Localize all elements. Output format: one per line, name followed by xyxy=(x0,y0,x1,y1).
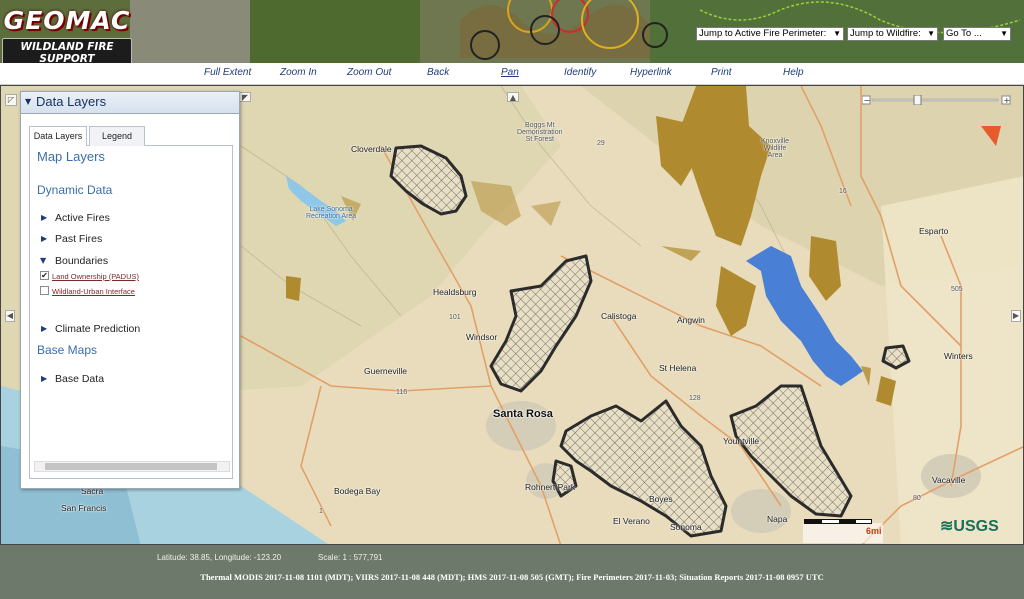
label-sonoma: Sonoma xyxy=(670,522,702,532)
dropdown-arrow-icon: ▼ xyxy=(833,29,841,38)
select-label: Jump to Active Fire Perimeter: xyxy=(699,28,827,39)
label-bodega-bay: Bodega Bay xyxy=(334,486,381,496)
scale-readout: Scale: 1 : 577,791 xyxy=(318,553,383,562)
label-lake-sonoma: Lake Sonoma Recreation Area xyxy=(306,206,357,220)
horizontal-scrollbar[interactable] xyxy=(34,461,230,472)
label-winters: Winters xyxy=(944,351,973,361)
status-footer: Latitude: 38.85, Longitude: -123.20 Scal… xyxy=(0,545,1024,599)
panel-tabs: Data Layers Legend xyxy=(29,124,233,147)
base-maps-heading[interactable]: Base Maps xyxy=(37,343,97,357)
expand-arrow-icon[interactable]: ▶ xyxy=(41,213,47,222)
route-116: 116 xyxy=(396,389,408,396)
route-29: 29 xyxy=(597,140,605,147)
panel-header[interactable]: ▼ Data Layers xyxy=(21,92,239,114)
land-ownership-link[interactable]: Land Ownership (PADUS) xyxy=(52,272,139,281)
pan-northwest-icon[interactable]: ◤ xyxy=(239,92,251,102)
collapse-caret-icon[interactable]: ▼ xyxy=(25,97,31,106)
wui-link[interactable]: Wildland-Urban Interface xyxy=(52,287,135,296)
route-101: 101 xyxy=(449,314,461,321)
usgs-logo-text: USGS xyxy=(953,518,999,535)
select-label: Go To ... xyxy=(946,28,982,39)
logo-subtitle: WILDLAND FIRE SUPPORT xyxy=(2,38,132,63)
expand-arrow-icon[interactable]: ▶ xyxy=(41,234,47,243)
scale-bar-label: 6mi xyxy=(866,526,882,536)
pan-north-icon[interactable]: ▲ xyxy=(507,92,519,102)
logo-title: GEOMAC xyxy=(3,6,131,35)
label-angwin: Angwin xyxy=(677,315,705,325)
jump-to-wildfire-select[interactable]: Jump to Wildfire: ▼ xyxy=(847,27,938,41)
map-layers-heading: Map Layers xyxy=(37,149,105,164)
route-1: 1 xyxy=(319,508,323,515)
label-cloverdale: Cloverdale xyxy=(351,144,392,154)
back-button[interactable]: Back xyxy=(427,67,449,78)
label-calistoga: Calistoga xyxy=(601,311,637,321)
panel-body: Map Layers Dynamic Data ▶ Active Fires ▶… xyxy=(29,146,233,479)
label-boggs-mt: Boggs Mt Demonstration St Forest xyxy=(517,122,563,143)
full-extent-button[interactable]: Full Extent xyxy=(204,67,251,78)
scrollbar-thumb[interactable] xyxy=(45,463,217,470)
jump-active-fire-perimeter-select[interactable]: Jump to Active Fire Perimeter: ▼ xyxy=(696,27,844,41)
collapse-panel-icon[interactable]: ◸ xyxy=(5,94,17,106)
dropdown-arrow-icon: ▼ xyxy=(927,29,935,38)
pan-west-icon[interactable]: ◀ xyxy=(5,310,15,322)
label-windsor: Windsor xyxy=(466,332,498,342)
svg-text:−: − xyxy=(864,96,871,105)
usgs-logo: ≋USGS xyxy=(940,516,999,536)
past-fires-item[interactable]: Past Fires xyxy=(55,233,102,245)
label-guerneville: Guerneville xyxy=(364,366,407,376)
label-st-helena: St Helena xyxy=(659,363,697,373)
data-layers-panel: ▼ Data Layers Data Layers Legend Map Lay… xyxy=(20,91,240,489)
base-data-item[interactable]: Base Data xyxy=(55,373,104,385)
wui-checkbox[interactable] xyxy=(40,286,49,295)
data-status-text: Thermal MODIS 2017-11-08 1101 (MDT); VII… xyxy=(200,572,824,582)
print-button[interactable]: Print xyxy=(711,67,732,78)
pan-button[interactable]: Pan xyxy=(501,67,519,78)
dropdown-arrow-icon: ▼ xyxy=(1000,29,1008,38)
help-button[interactable]: Help xyxy=(783,67,804,78)
geomac-app: GEOMAC WILDLAND FIRE SUPPORT Jump to Act… xyxy=(0,0,1024,599)
header-banner: GEOMAC WILDLAND FIRE SUPPORT Jump to Act… xyxy=(0,0,1024,63)
route-128: 128 xyxy=(689,395,701,402)
active-fires-item[interactable]: Active Fires xyxy=(55,212,110,224)
expand-arrow-icon[interactable]: ▶ xyxy=(41,324,47,333)
panel-title: Data Layers xyxy=(36,94,107,109)
tab-data-layers[interactable]: Data Layers xyxy=(29,126,87,147)
label-esparto: Esparto xyxy=(919,226,949,236)
route-80: 80 xyxy=(913,495,921,502)
go-to-select[interactable]: Go To ... ▼ xyxy=(943,27,1011,41)
label-rohnert-park: Rohnert Park xyxy=(525,482,576,492)
dynamic-data-heading[interactable]: Dynamic Data xyxy=(37,183,112,197)
label-vacaville: Vacaville xyxy=(932,475,966,485)
hyperlink-button[interactable]: Hyperlink xyxy=(630,67,672,78)
land-ownership-checkbox[interactable]: ✔ xyxy=(40,271,49,280)
label-boyes: Boyes xyxy=(649,494,673,504)
tab-legend[interactable]: Legend xyxy=(89,126,145,146)
map-toolbar: Full Extent Zoom In Zoom Out Back Pan Id… xyxy=(0,63,1024,85)
label-santa-rosa: Santa Rosa xyxy=(493,408,553,420)
usgs-wave-icon: ≋ xyxy=(940,518,954,535)
label-el-verano: El Verano xyxy=(613,516,650,526)
geomac-logo[interactable]: GEOMAC WILDLAND FIRE SUPPORT xyxy=(2,6,132,63)
climate-prediction-item[interactable]: Climate Prediction xyxy=(55,323,140,335)
zoom-out-button[interactable]: Zoom Out xyxy=(347,67,391,78)
coordinates-readout: Latitude: 38.85, Longitude: -123.20 xyxy=(157,553,282,562)
label-knoxville: Knoxville Wildlife Area xyxy=(761,138,790,159)
label-yountville: Yountville xyxy=(723,436,760,446)
label-napa: Napa xyxy=(767,514,788,524)
label-san-francisco: San Francis xyxy=(61,503,107,513)
scale-bar xyxy=(804,519,872,524)
route-505: 505 xyxy=(951,286,963,293)
select-label: Jump to Wildfire: xyxy=(850,28,921,39)
svg-text:+: + xyxy=(1004,96,1011,105)
label-healdsburg: Healdsburg xyxy=(433,287,477,297)
collapse-arrow-icon[interactable]: ▼ xyxy=(40,256,46,265)
boundaries-item[interactable]: Boundaries xyxy=(55,255,108,267)
route-16: 16 xyxy=(839,188,847,195)
pan-east-icon[interactable]: ▶ xyxy=(1011,310,1021,322)
identify-button[interactable]: Identify xyxy=(564,67,596,78)
zoom-in-button[interactable]: Zoom In xyxy=(280,67,317,78)
expand-arrow-icon[interactable]: ▶ xyxy=(41,374,47,383)
zoom-slider[interactable]: − + xyxy=(862,95,1012,105)
